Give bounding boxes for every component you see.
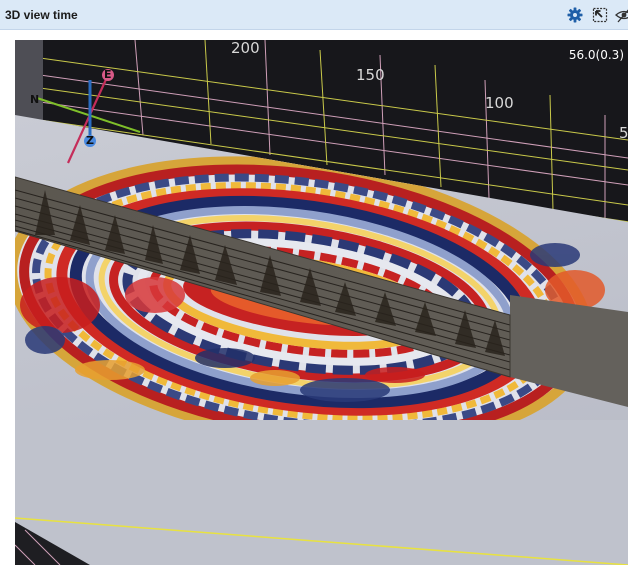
pop-out-button[interactable] [591,6,609,24]
grid-tick-label: 200 [231,40,260,57]
panel-title-bar: 3D view time [0,0,628,30]
grid-tick-label: 5 [619,124,628,142]
pop-out-icon [592,7,608,23]
gear-icon [567,7,583,23]
grid-tick-label: 100 [485,94,514,112]
view-readout: 56.0(0.3) [568,48,624,62]
east-axis-label: E [104,68,112,81]
settings-button[interactable] [566,6,584,24]
grid-tick-label: 150 [356,66,385,84]
z-axis-label: Z [86,134,94,147]
eye-icon [615,9,628,23]
3d-scene[interactable] [15,40,628,565]
visibility-button[interactable] [615,6,628,24]
north-axis-label: N [30,93,40,106]
3d-viewport[interactable]: N E Z 200 150 100 5 56.0(0.3) [15,40,628,565]
panel-title: 3D view time [5,8,78,22]
